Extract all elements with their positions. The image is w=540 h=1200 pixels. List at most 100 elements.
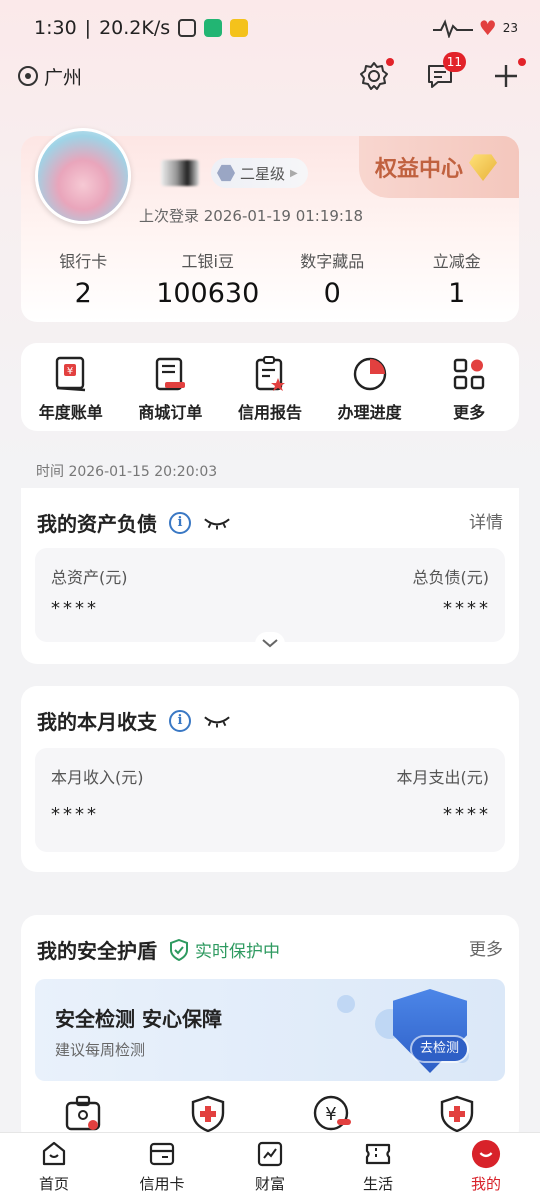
chevron-down-icon <box>262 639 278 648</box>
wealth-chart-icon <box>255 1139 285 1169</box>
banner-title: 安全检测 安心保障 <box>55 1007 222 1031</box>
info-icon[interactable]: i <box>169 709 191 732</box>
battery-level: 23 <box>502 21 518 35</box>
status-bar: 1:30 | 20.2K/s ♥ 23 <box>34 16 518 40</box>
top-header: 广州 11 <box>0 52 540 96</box>
network-speed: 20.2K/s <box>99 17 171 39</box>
monthly-summary-box: 本月收入(元) 本月支出(元) **** **** <box>35 748 505 852</box>
monthly-card: 我的本月收支 i 本月收入(元) 本月支出(元) **** **** <box>21 686 519 872</box>
decor-bubble <box>337 995 355 1013</box>
stat-icbc-beans[interactable]: 工银i豆 100630 <box>146 248 271 309</box>
profile-stats: 银行卡 2 工银i豆 100630 数字藏品 0 立减金 1 <box>21 248 519 309</box>
security-feature-4[interactable] <box>395 1095 520 1133</box>
security-check-banner[interactable]: 安全检测 安心保障 建议每周检测 去检测 <box>35 979 505 1081</box>
message-count-badge: 11 <box>442 52 466 72</box>
add-red-dot <box>518 58 526 66</box>
protection-status-text: 实时保护中 <box>195 942 280 962</box>
expense-label: 本月支出(元) <box>396 768 490 787</box>
quick-action-label: 办理进度 <box>337 403 402 422</box>
shield-check-icon <box>170 938 188 961</box>
quick-annual-bill[interactable]: ¥ 年度账单 <box>21 355 121 431</box>
section-title: 我的安全护盾 <box>37 939 157 963</box>
member-level-text: 二星级 <box>240 164 286 183</box>
stat-value: 1 <box>448 278 466 309</box>
app-notification-icon-2 <box>230 19 249 37</box>
assets-detail-link[interactable]: 详情 <box>469 508 503 533</box>
quick-credit-report[interactable]: 信用报告 <box>220 355 320 431</box>
stat-label: 数字藏品 <box>300 252 365 271</box>
chevron-right-icon: ▶ <box>290 167 298 179</box>
ticket-icon <box>363 1139 393 1169</box>
credit-card-icon <box>147 1139 177 1169</box>
expense-value: **** <box>443 804 491 825</box>
assets-card: 我的资产负债 i 详情 总资产(元) 总负债(元) **** **** <box>21 488 519 664</box>
shield-plus-icon <box>191 1095 224 1133</box>
quick-mall-order[interactable]: 商城订单 <box>121 355 221 431</box>
tab-label: 我的 <box>470 1175 501 1193</box>
section-title: 我的本月收支 <box>37 710 157 734</box>
messages-button[interactable]: 11 <box>424 52 466 92</box>
go-check-button[interactable]: 去检测 <box>411 1037 467 1061</box>
stat-bank-cards[interactable]: 银行卡 2 <box>21 248 146 309</box>
app-notification-icon <box>204 19 223 37</box>
quick-actions: ¥ 年度账单 商城订单 信用报告 办理进度 更多 <box>21 343 519 431</box>
security-more-link[interactable]: 更多 <box>469 935 503 960</box>
eye-closed-icon[interactable] <box>203 714 231 728</box>
tab-home[interactable]: 首页 <box>0 1133 108 1200</box>
security-feature-1[interactable] <box>21 1095 146 1133</box>
tab-wealth[interactable]: 财富 <box>216 1133 324 1200</box>
progress-icon <box>351 355 389 393</box>
stat-value: 0 <box>323 278 341 309</box>
section-title: 我的资产负债 <box>37 512 157 536</box>
total-assets-value: **** <box>51 598 99 619</box>
battery-heart-icon: ♥ <box>478 16 497 40</box>
income-value: **** <box>51 804 99 825</box>
quick-progress[interactable]: 办理进度 <box>320 355 420 431</box>
stat-value: 100630 <box>156 278 260 309</box>
level-hexagon-icon <box>217 164 235 182</box>
bottom-tab-bar: 首页 信用卡 财富 生活 我的 <box>0 1132 540 1200</box>
rights-center-button[interactable]: 权益中心 <box>359 136 519 198</box>
add-button[interactable] <box>490 58 526 92</box>
credit-report-icon <box>251 355 289 393</box>
update-timestamp: 时间 2026-01-15 20:20:03 <box>36 464 218 480</box>
home-icon <box>39 1139 69 1169</box>
svg-text:¥: ¥ <box>326 1104 337 1125</box>
tab-profile[interactable]: 我的 <box>432 1133 540 1200</box>
quick-action-label: 信用报告 <box>237 403 302 422</box>
profile-icon <box>471 1139 501 1169</box>
settings-button[interactable] <box>358 58 394 92</box>
blurred-username <box>161 160 199 186</box>
city-selector[interactable]: 广州 <box>18 63 82 90</box>
quick-action-label: 商城订单 <box>138 403 203 422</box>
security-feature-3[interactable]: ¥ <box>270 1095 395 1133</box>
nfc-icon <box>178 19 197 37</box>
expand-chevron-button[interactable] <box>255 632 285 654</box>
diamond-icon <box>469 154 498 181</box>
shield-plus-icon <box>440 1095 473 1133</box>
info-icon[interactable]: i <box>169 511 191 534</box>
plus-icon <box>495 65 517 87</box>
yuan-coin-icon: ¥ <box>314 1095 352 1131</box>
stat-digital-collections[interactable]: 数字藏品 0 <box>270 248 395 309</box>
stat-instant-discount[interactable]: 立减金 1 <box>395 248 520 309</box>
status-time: 1:30 <box>34 17 77 39</box>
stat-label: 立减金 <box>432 252 481 271</box>
quick-action-label: 年度账单 <box>38 403 103 422</box>
avatar[interactable] <box>35 128 131 224</box>
security-feature-2[interactable] <box>146 1095 271 1133</box>
city-name: 广州 <box>44 66 83 89</box>
security-card: 我的安全护盾 实时保护中 更多 安全检测 安心保障 建议每周检测 去检测 ¥ <box>21 915 519 1145</box>
eye-closed-icon[interactable] <box>203 516 231 530</box>
assets-summary-box: 总资产(元) 总负债(元) **** **** <box>35 548 505 654</box>
total-liabilities-label: 总负债(元) <box>412 568 490 587</box>
tab-credit-card[interactable]: 信用卡 <box>108 1133 216 1200</box>
total-assets-label: 总资产(元) <box>51 568 128 587</box>
stat-value: 2 <box>74 278 92 309</box>
quick-more[interactable]: 更多 <box>419 355 519 431</box>
member-level-badge[interactable]: 二星级 ▶ <box>211 158 308 188</box>
tab-label: 生活 <box>362 1175 393 1193</box>
tab-life[interactable]: 生活 <box>324 1133 432 1200</box>
location-pin-icon <box>18 66 38 86</box>
mall-order-icon <box>151 355 189 393</box>
